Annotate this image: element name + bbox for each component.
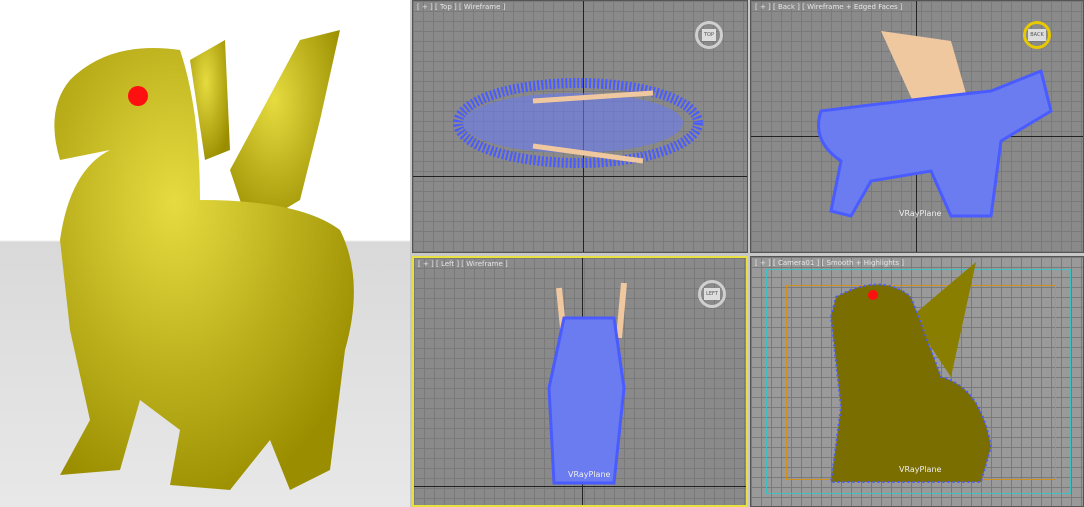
viewport-back[interactable]: [ + ] [ Back ] [ Wireframe + Edged Faces… (750, 0, 1084, 253)
viewport-top[interactable]: [ + ] [ Top ] [ Wireframe ] TOP (412, 0, 748, 253)
render-preview (0, 0, 410, 507)
griffin-render (54, 30, 354, 490)
viewport-left[interactable]: [ + ] [ Left ] [ Wireframe ] LEFT VRayPl… (412, 256, 748, 507)
viewport-camera[interactable]: [ + ] [ Camera01 ] [ Smooth + Highlights… (750, 256, 1084, 507)
vray-plane-label: VRayPlane (568, 470, 611, 479)
viewcube[interactable]: BACK (1023, 21, 1051, 49)
viewcube[interactable]: LEFT (698, 280, 726, 308)
viewport-label[interactable]: [ + ] [ Left ] [ Wireframe ] (418, 260, 508, 268)
viewport-label[interactable]: [ + ] [ Back ] [ Wireframe + Edged Faces… (755, 3, 903, 11)
vray-plane-label: VRayPlane (899, 465, 942, 474)
vray-plane-label: VRayPlane (899, 209, 942, 218)
viewcube[interactable]: TOP (695, 21, 723, 49)
viewport-label[interactable]: [ + ] [ Top ] [ Wireframe ] (417, 3, 505, 11)
viewport-label[interactable]: [ + ] [ Camera01 ] [ Smooth + Highlights… (755, 259, 904, 267)
